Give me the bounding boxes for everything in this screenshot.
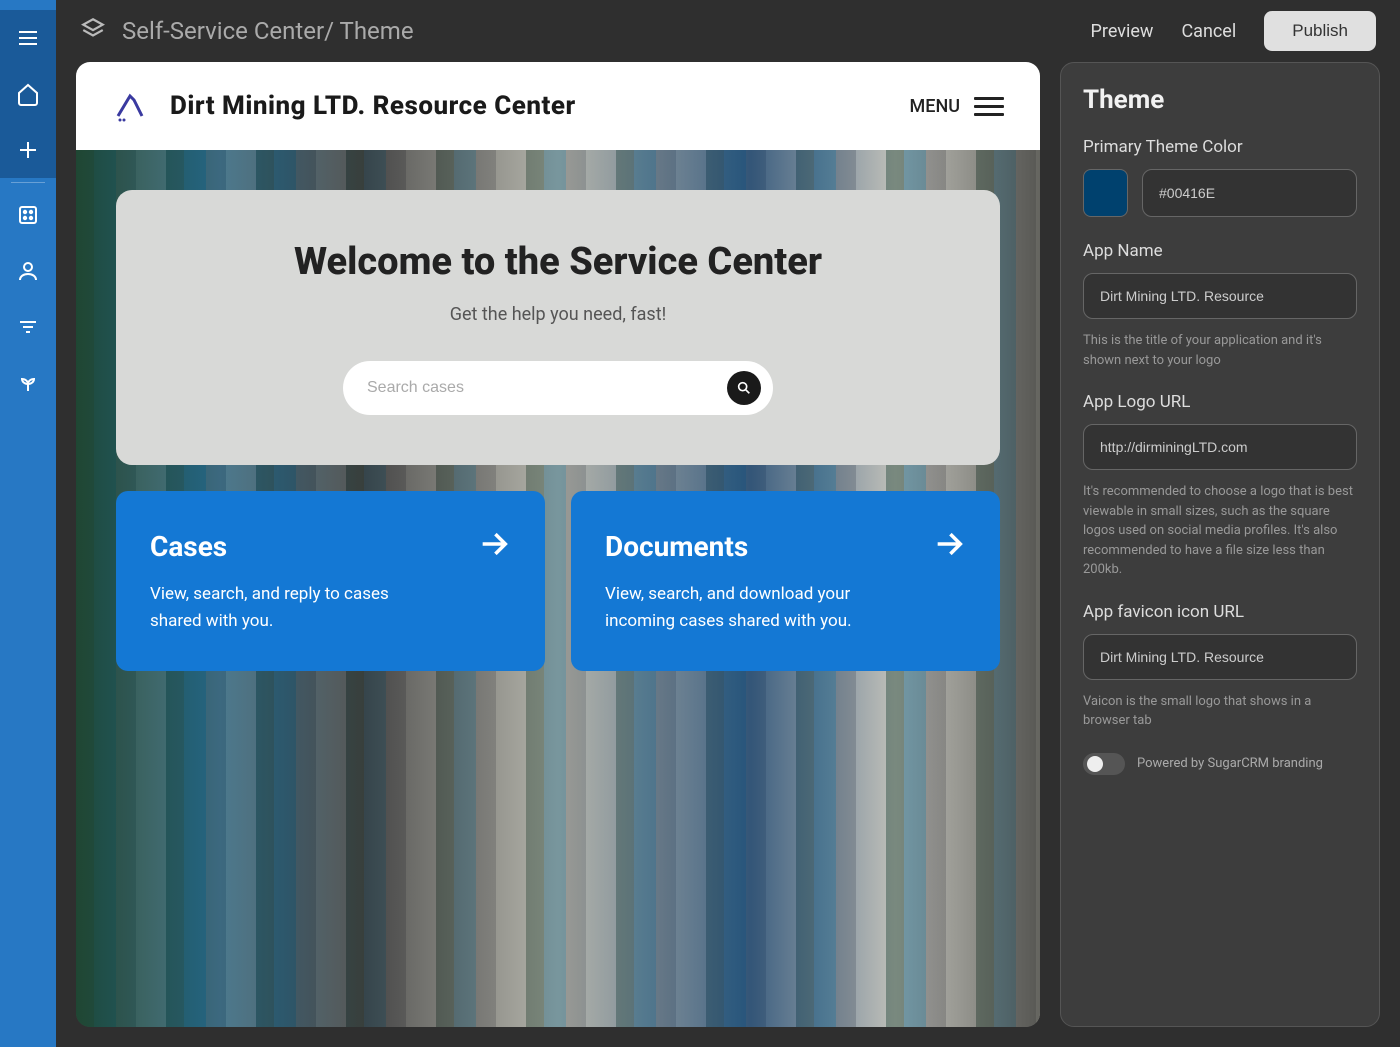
preview-panel: Dirt Mining LTD. Resource Center MENU We…	[76, 62, 1040, 1027]
theme-settings-panel: Theme Primary Theme Color App Name This …	[1060, 62, 1380, 1027]
search-button[interactable]	[727, 371, 761, 405]
card-title: Documents	[605, 530, 748, 563]
primary-color-label: Primary Theme Color	[1083, 137, 1357, 157]
plus-icon	[16, 138, 40, 162]
logo-url-help: It's recommended to choose a logo that i…	[1083, 482, 1357, 580]
preview-link[interactable]: Preview	[1091, 21, 1154, 42]
welcome-title: Welcome to the Service Center	[166, 240, 950, 284]
sidebar-user[interactable]	[0, 243, 56, 299]
card-desc: View, search, and reply to cases shared …	[150, 581, 410, 635]
branding-toggle[interactable]	[1083, 753, 1125, 775]
settings-heading: Theme	[1083, 85, 1357, 115]
app-name-label: App Name	[1083, 241, 1357, 261]
cases-card[interactable]: Cases View, search, and reply to cases s…	[116, 491, 545, 671]
welcome-subtitle: Get the help you need, fast!	[166, 304, 950, 325]
sidebar-grow[interactable]	[0, 355, 56, 411]
cancel-link[interactable]: Cancel	[1181, 21, 1236, 42]
publish-button[interactable]: Publish	[1264, 11, 1376, 51]
primary-color-input[interactable]	[1142, 169, 1357, 217]
color-swatch[interactable]	[1083, 169, 1128, 217]
search-icon	[736, 380, 752, 396]
favicon-input[interactable]	[1083, 634, 1357, 680]
sidebar-module-grid[interactable]	[0, 187, 56, 243]
card-desc: View, search, and download your incoming…	[605, 581, 865, 635]
welcome-card: Welcome to the Service Center Get the he…	[116, 190, 1000, 465]
menu-icon	[974, 97, 1004, 116]
sidebar-add[interactable]	[0, 122, 56, 178]
filter-icon	[16, 315, 40, 339]
company-logo-icon	[112, 86, 152, 126]
breadcrumb: Self-Service Center/ Theme	[122, 17, 1075, 45]
search-bar	[343, 361, 773, 415]
sidebar-hamburger[interactable]	[0, 10, 56, 66]
hamburger-icon	[16, 26, 40, 50]
left-sidebar	[0, 0, 56, 1047]
app-name-input[interactable]	[1083, 273, 1357, 319]
arrow-right-icon	[477, 527, 511, 565]
topbar: Self-Service Center/ Theme Preview Cance…	[56, 0, 1400, 62]
arrow-right-icon	[932, 527, 966, 565]
favicon-label: App favicon icon URL	[1083, 602, 1357, 622]
card-title: Cases	[150, 530, 227, 563]
preview-header: Dirt Mining LTD. Resource Center MENU	[76, 62, 1040, 150]
hero-area: Welcome to the Service Center Get the he…	[76, 150, 1040, 1027]
main-area: Self-Service Center/ Theme Preview Cance…	[56, 0, 1400, 1047]
layers-icon	[80, 16, 106, 46]
grid-icon	[16, 203, 40, 227]
logo-url-input[interactable]	[1083, 424, 1357, 470]
app-name-help: This is the title of your application an…	[1083, 331, 1357, 370]
branding-label: Powered by SugarCRM branding	[1137, 756, 1323, 771]
home-icon	[16, 82, 40, 106]
sidebar-filter[interactable]	[0, 299, 56, 355]
logo-url-label: App Logo URL	[1083, 392, 1357, 412]
documents-card[interactable]: Documents View, search, and download you…	[571, 491, 1000, 671]
search-input[interactable]	[367, 379, 715, 397]
user-icon	[16, 259, 40, 283]
favicon-help: Vaicon is the small logo that shows in a…	[1083, 692, 1357, 731]
menu-label: MENU	[910, 96, 960, 117]
preview-title: Dirt Mining LTD. Resource Center	[170, 91, 892, 121]
sidebar-divider	[11, 182, 45, 183]
sidebar-home[interactable]	[0, 66, 56, 122]
sprout-icon	[16, 371, 40, 395]
menu-button[interactable]: MENU	[910, 96, 1004, 117]
